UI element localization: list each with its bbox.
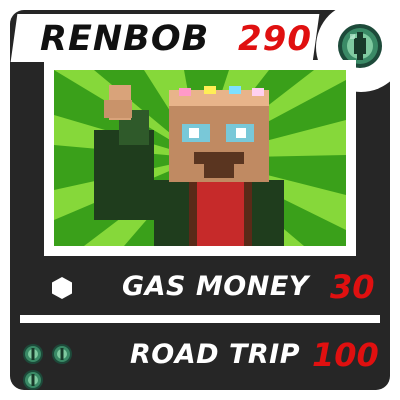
energy-cost [22, 343, 102, 390]
attack-damage: 100 [312, 336, 379, 374]
attack-name: ROAD TRIP [130, 339, 300, 370]
ender-eye-icon [23, 344, 43, 364]
attack-name: GAS MONEY [122, 271, 309, 302]
attack-row-gas-money: GAS MONEY 30 [10, 264, 390, 310]
colorless-hexagon-icon [50, 276, 74, 300]
card-artwork [54, 70, 346, 246]
ender-eye-icon [52, 344, 73, 364]
attack-divider [20, 315, 380, 323]
card-name: RENBOB [40, 19, 210, 59]
hit-points: 290 [238, 19, 312, 59]
attack-row-road-trip: ROAD TRIP 100 [10, 332, 390, 390]
attack-damage: 30 [330, 268, 375, 306]
ender-eye-icon [23, 370, 43, 390]
